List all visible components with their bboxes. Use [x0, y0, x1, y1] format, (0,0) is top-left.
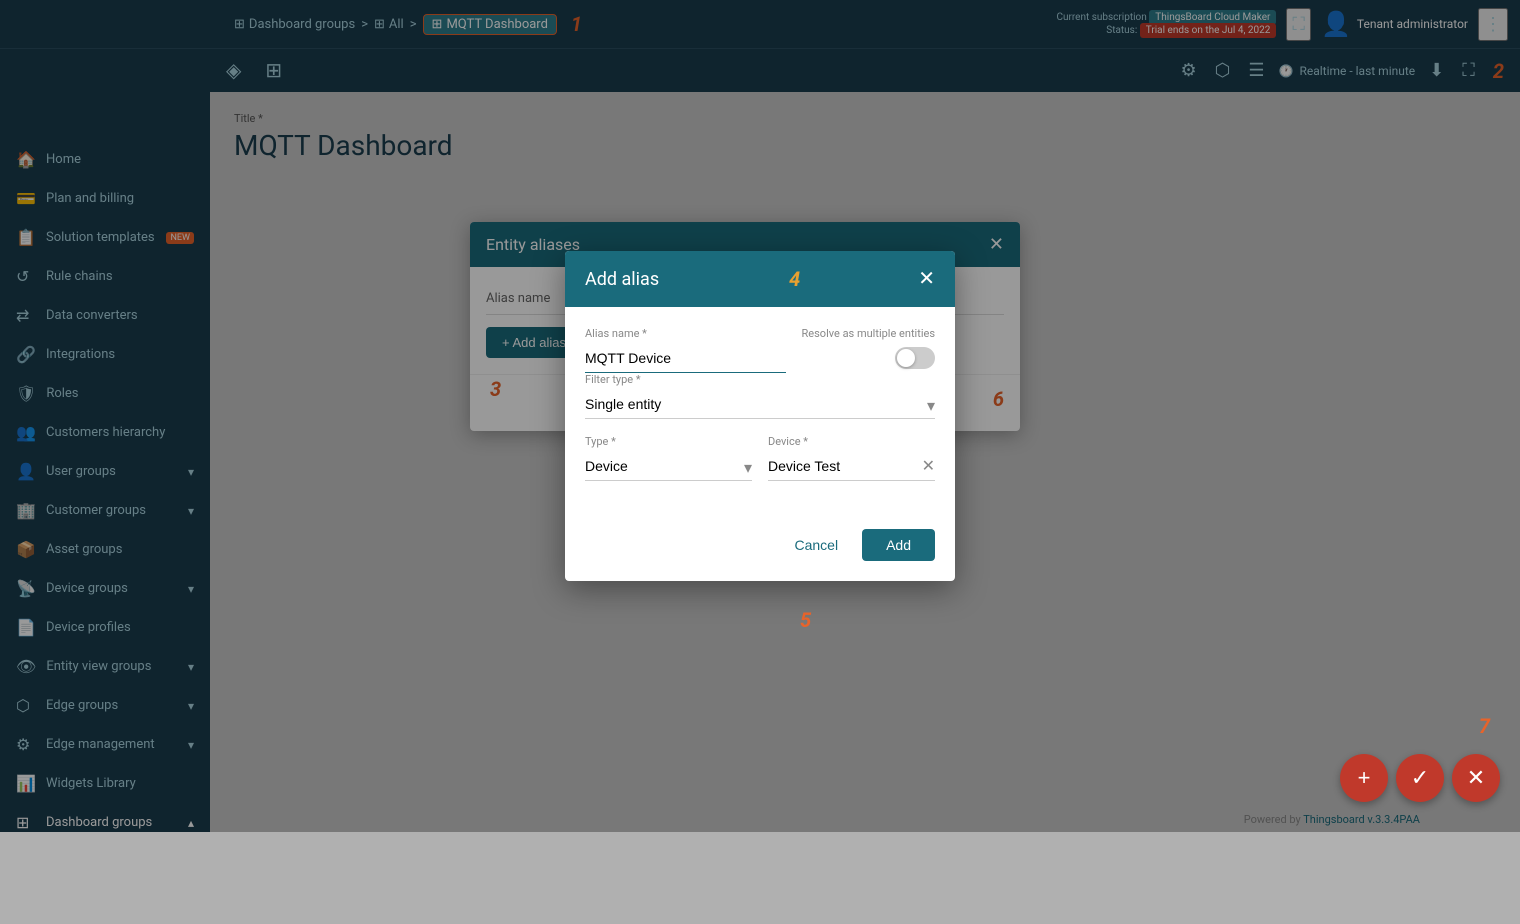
modal-cancel-btn[interactable]: Cancel	[778, 529, 854, 561]
modal-close-btn[interactable]: ✕	[918, 269, 935, 289]
fab-cancel-btn[interactable]: ✕	[1452, 754, 1500, 802]
modal-body: Alias name * Resolve as multiple entitie…	[565, 307, 955, 517]
type-row: Type * DeviceAssetCustomerDashboardUser …	[585, 435, 752, 481]
alias-name-row: Alias name * Resolve as multiple entitie…	[585, 327, 935, 373]
modal-title: Add alias	[585, 269, 659, 290]
resolve-toggle[interactable]	[895, 347, 935, 369]
annotation-5: 5	[800, 608, 811, 632]
alias-name-input[interactable]	[585, 344, 786, 373]
device-input-wrap: ✕	[768, 452, 935, 481]
type-select[interactable]: DeviceAssetCustomerDashboardUser	[585, 452, 752, 481]
fab-area: + ✓ ✕ 7	[1340, 754, 1500, 802]
fab-confirm-btn[interactable]: ✓	[1396, 754, 1444, 802]
type-label: Type *	[585, 435, 752, 448]
filter-type-label: Filter type *	[585, 373, 935, 386]
device-label: Device *	[768, 435, 935, 448]
annotation-4: 4	[789, 267, 800, 291]
add-alias-modal: Add alias 4 ✕ Alias name * Resolve as mu…	[565, 251, 955, 581]
filter-type-select[interactable]: Single entityEntity listEntity typeAsset…	[585, 390, 935, 419]
type-select-wrap: DeviceAssetCustomerDashboardUser ▾	[585, 452, 752, 481]
resolve-label: Resolve as multiple entities	[802, 327, 935, 341]
device-clear-btn[interactable]: ✕	[922, 456, 935, 476]
modal-add-btn[interactable]: Add	[862, 529, 935, 561]
modal-header: Add alias 4 ✕	[565, 251, 955, 307]
alias-name-left: Alias name *	[585, 327, 786, 373]
filter-type-select-wrap: Single entityEntity listEntity typeAsset…	[585, 390, 935, 419]
device-row: Device * ✕	[768, 435, 935, 481]
annotation-5-container: 5	[800, 608, 811, 632]
fab-add-btn[interactable]: +	[1340, 754, 1388, 802]
type-device-row: Type * DeviceAssetCustomerDashboardUser …	[585, 435, 935, 497]
resolve-right: Resolve as multiple entities	[786, 327, 935, 369]
device-input[interactable]	[768, 452, 935, 481]
modal-footer: Cancel Add	[565, 517, 955, 581]
annotation-7: 7	[1479, 714, 1490, 738]
filter-type-row: Filter type * Single entityEntity listEn…	[585, 373, 935, 419]
alias-name-label: Alias name *	[585, 327, 786, 340]
